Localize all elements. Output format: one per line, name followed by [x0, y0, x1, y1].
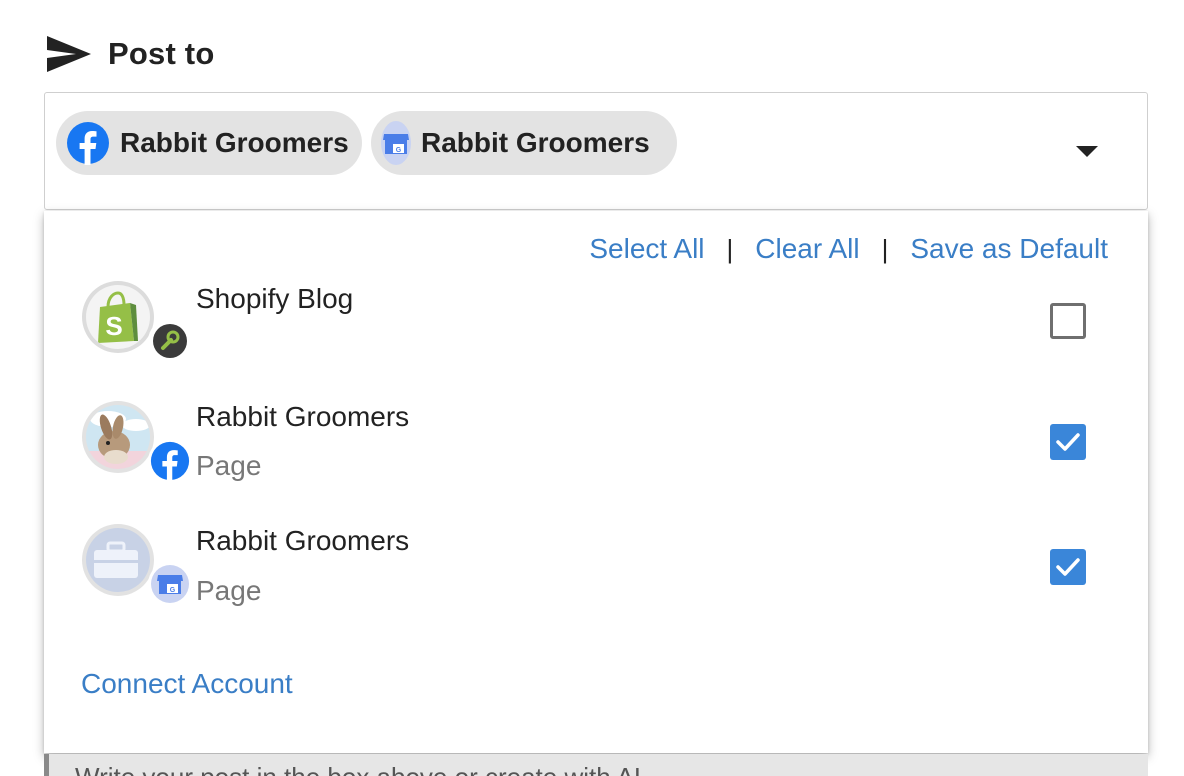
separator: |: [726, 233, 734, 264]
account-type: Page: [196, 575, 262, 606]
account-name: Rabbit Groomers: [196, 525, 410, 556]
account-checkbox[interactable]: [1050, 303, 1086, 339]
clear-all-link[interactable]: Clear All: [755, 233, 859, 265]
account-checkbox[interactable]: [1050, 424, 1086, 460]
checkmark-icon: [1056, 433, 1080, 451]
svg-text:G: G: [170, 587, 176, 594]
avatar: [82, 401, 192, 483]
select-all-link[interactable]: Select All: [589, 233, 704, 265]
editor-placeholder: Write your post in the box above or crea…: [75, 762, 641, 776]
wrench-icon: [148, 319, 192, 363]
facebook-icon: [66, 121, 110, 165]
separator: |: [881, 233, 889, 264]
account-row-shopify[interactable]: S Shopify Blog: [44, 275, 1148, 385]
account-dropdown: Select All | Clear All | Save as Default…: [44, 211, 1148, 753]
account-type: Page: [196, 450, 262, 481]
account-checkbox[interactable]: [1050, 549, 1086, 585]
section-title: Post to: [108, 36, 215, 71]
avatar: S: [82, 281, 192, 363]
send-icon: [47, 36, 91, 72]
post-editor[interactable]: Write your post in the box above or crea…: [44, 754, 1148, 776]
google-business-icon: G: [381, 121, 411, 165]
briefcase-icon: [86, 528, 150, 592]
avatar: G: [82, 524, 192, 606]
connect-account-link[interactable]: Connect Account: [81, 668, 293, 700]
selected-chip-facebook[interactable]: Rabbit Groomers: [56, 111, 362, 175]
account-name: Rabbit Groomers: [196, 401, 410, 432]
chevron-down-icon[interactable]: [1076, 146, 1098, 157]
shopify-icon: S: [86, 285, 150, 349]
google-business-icon: G: [148, 562, 192, 606]
account-name: Shopify Blog: [196, 283, 354, 314]
facebook-icon: [148, 439, 192, 483]
account-select[interactable]: Rabbit Groomers G Rabbit Groomers: [44, 92, 1148, 210]
selected-chip-google-business[interactable]: G Rabbit Groomers: [371, 111, 677, 175]
chip-label: Rabbit Groomers: [421, 127, 650, 158]
chip-label: Rabbit Groomers: [120, 127, 349, 158]
svg-text:G: G: [396, 147, 402, 154]
svg-text:S: S: [105, 311, 122, 341]
save-as-default-link[interactable]: Save as Default: [910, 233, 1108, 265]
checkmark-icon: [1056, 558, 1080, 576]
post-to-header: Post to: [46, 34, 214, 74]
bulk-actions: Select All | Clear All | Save as Default: [589, 233, 1108, 265]
account-row-google-business[interactable]: G Rabbit Groomers Page: [44, 520, 1148, 630]
rabbit-photo: [86, 405, 150, 469]
account-row-facebook[interactable]: Rabbit Groomers Page: [44, 396, 1148, 506]
